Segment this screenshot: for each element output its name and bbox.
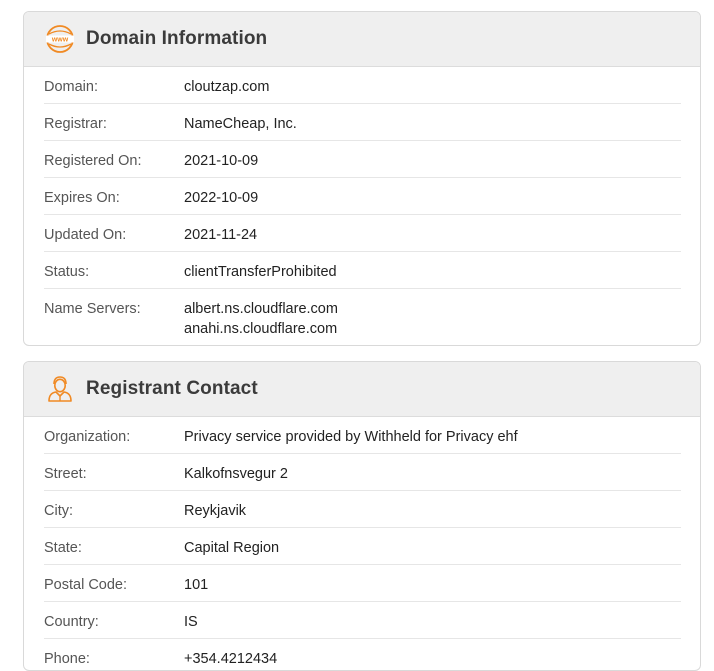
row-label: Organization: <box>44 429 131 445</box>
row-label: Registered On: <box>44 153 142 169</box>
row-value: Reykjavik <box>184 503 247 519</box>
info-row-state: State: Capital Region <box>44 528 681 565</box>
row-label: State: <box>44 540 82 556</box>
info-row-postal-code: Postal Code: 101 <box>44 565 681 602</box>
row-label: Phone: <box>44 651 90 667</box>
registrant-contact-title: Registrant Contact <box>86 378 258 399</box>
row-value: 2021-10-09 <box>184 153 259 169</box>
row-value: 2022-10-09 <box>184 190 259 206</box>
row-value: clientTransferProhibited <box>184 264 337 280</box>
svg-text:www: www <box>51 36 69 43</box>
row-value: NameCheap, Inc. <box>184 116 297 132</box>
info-row-country: Country: IS <box>44 602 681 639</box>
info-row-registrar: Registrar: NameCheap, Inc. <box>44 104 681 141</box>
www-globe-icon: www <box>44 23 76 55</box>
row-label: Postal Code: <box>44 577 128 593</box>
info-row-registered-on: Registered On: 2021-10-09 <box>44 141 681 178</box>
domain-information-card: www Domain Information Domain: cloutzap.… <box>23 11 701 346</box>
row-label: Street: <box>44 466 87 482</box>
info-row-domain: Domain: cloutzap.com <box>44 67 681 104</box>
row-label: Status: <box>44 264 90 280</box>
row-value: IS <box>184 614 198 630</box>
info-row-status: Status: clientTransferProhibited <box>44 252 681 289</box>
name-server-list: albert.ns.cloudflare.com anahi.ns.cloudf… <box>184 299 338 339</box>
info-row-name-servers: Name Servers: albert.ns.cloudflare.com a… <box>44 289 681 343</box>
info-row-street: Street: Kalkofnsvegur 2 <box>44 454 681 491</box>
registrant-contact-header: Registrant Contact <box>24 362 700 417</box>
row-label: Expires On: <box>44 190 120 206</box>
name-server-value: albert.ns.cloudflare.com <box>184 301 338 317</box>
row-label: Updated On: <box>44 227 127 243</box>
row-value: +354.4212434 <box>184 651 278 667</box>
row-label: Country: <box>44 614 99 630</box>
row-label: Domain: <box>44 79 98 95</box>
info-row-organization: Organization: Privacy service provided b… <box>44 417 681 454</box>
row-value: 101 <box>184 577 209 593</box>
registrant-contact-rows: Organization: Privacy service provided b… <box>24 417 700 670</box>
registrant-contact-card: Registrant Contact Organization: Privacy… <box>23 361 701 671</box>
domain-information-rows: Domain: cloutzap.com Registrar: NameChea… <box>24 67 700 343</box>
row-value: cloutzap.com <box>184 79 270 95</box>
info-row-updated-on: Updated On: 2021-11-24 <box>44 215 681 252</box>
info-row-phone: Phone: +354.4212434 <box>44 639 681 670</box>
row-value: Privacy service provided by Withheld for… <box>184 429 518 445</box>
row-value: Capital Region <box>184 540 280 556</box>
row-label: City: <box>44 503 73 519</box>
row-value: Kalkofnsvegur 2 <box>184 466 288 482</box>
row-value: 2021-11-24 <box>184 227 258 243</box>
domain-information-title: Domain Information <box>86 28 268 49</box>
row-label: Name Servers: <box>44 301 141 317</box>
domain-information-header: www Domain Information <box>24 12 700 67</box>
row-label: Registrar: <box>44 116 107 132</box>
info-row-expires-on: Expires On: 2022-10-09 <box>44 178 681 215</box>
name-server-value: anahi.ns.cloudflare.com <box>184 321 338 337</box>
info-row-city: City: Reykjavik <box>44 491 681 528</box>
person-icon <box>44 373 76 405</box>
